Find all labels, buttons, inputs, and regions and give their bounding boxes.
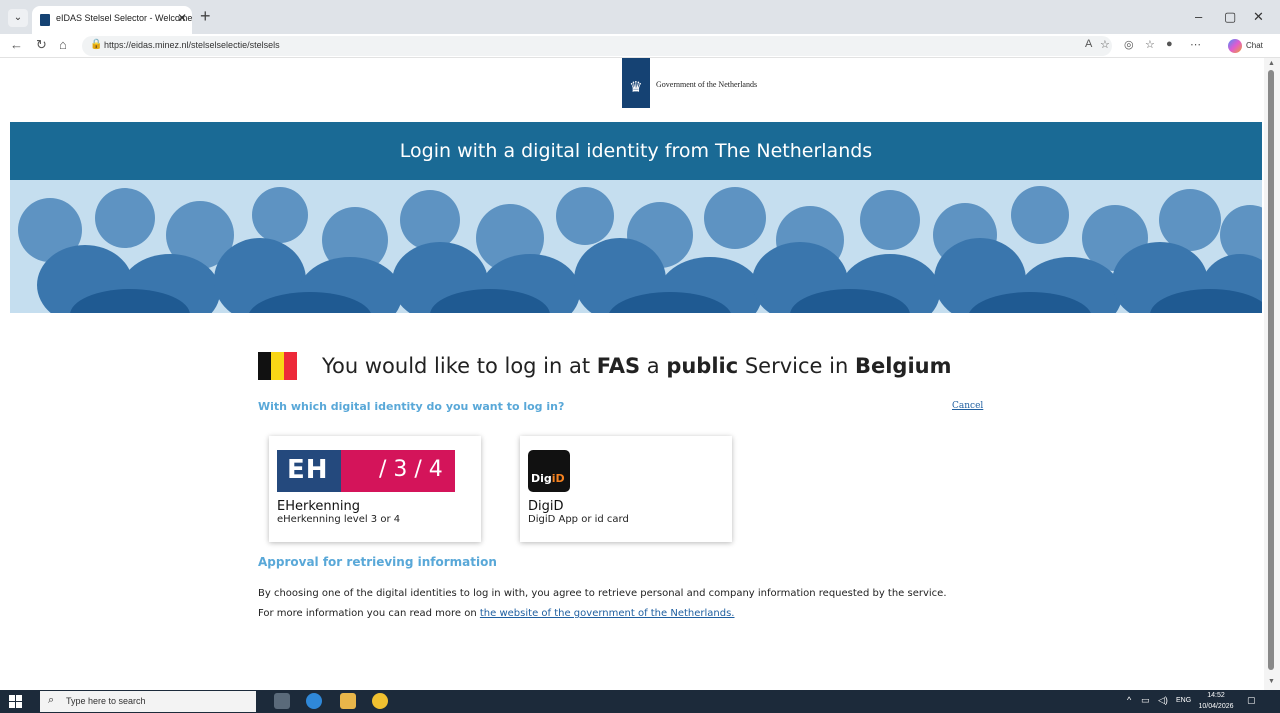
belgium-flag-icon xyxy=(258,352,297,380)
gov-logo: ♛ xyxy=(622,58,650,108)
back-arrow-icon[interactable]: ← xyxy=(10,37,23,52)
crowd-illustration xyxy=(10,180,1262,313)
profile-icon[interactable]: ● xyxy=(1166,38,1173,50)
favorite-star-icon[interactable]: ☆ xyxy=(1100,38,1110,51)
search-icon: ⌕ xyxy=(48,694,55,706)
taskbar-search-placeholder: Type here to search xyxy=(66,696,146,706)
read-aloud-icon[interactable]: A xyxy=(1085,38,1092,50)
gov-website-link[interactable]: the website of the government of the Net… xyxy=(480,608,735,619)
windows-start-icon[interactable] xyxy=(9,695,23,709)
cancel-link[interactable]: Cancel xyxy=(952,401,983,411)
chat-label: Chat xyxy=(1246,41,1263,50)
chat-button[interactable]: Chat xyxy=(1228,37,1272,55)
intro-middle1: a xyxy=(640,354,667,378)
volume-icon[interactable]: ◁) xyxy=(1158,695,1168,706)
close-window-button[interactable]: ✕ xyxy=(1253,9,1264,25)
digid-title: DigiD xyxy=(528,499,564,514)
intro-prefix: You would like to log in at xyxy=(322,354,597,378)
language-indicator[interactable]: ENG xyxy=(1176,697,1191,704)
approval-paragraph: By choosing one of the digital identitie… xyxy=(258,584,958,624)
taskbar-search[interactable]: ⌕ Type here to search xyxy=(40,691,256,712)
digid-logo: DigiD xyxy=(528,450,570,492)
digid-logo-text-a: Dig xyxy=(531,472,552,485)
intro-org: FAS xyxy=(596,354,641,378)
browser-tab-active[interactable]: eIDAS Stelsel Selector - Welcome ✕ xyxy=(32,6,192,34)
taskbar-clock[interactable]: 14:52 10/04/2026 xyxy=(1198,690,1234,712)
tray-chevron-icon[interactable]: ^ xyxy=(1127,695,1131,705)
scrollbar-thumb[interactable] xyxy=(1268,70,1274,670)
eherkenning-logo: EH / 3 / 4 xyxy=(277,450,455,492)
home-icon[interactable]: ⌂ xyxy=(59,37,67,52)
identity-question: With which digital identity do you want … xyxy=(258,400,565,413)
eherkenning-title: EHerkenning xyxy=(277,499,360,514)
title-banner: Login with a digital identity from The N… xyxy=(10,122,1262,180)
url-text: https://eidas.minez.nl/stelselselectie/s… xyxy=(104,40,280,50)
intro-sector: public xyxy=(666,354,739,378)
extensions-icon[interactable]: ◎ xyxy=(1124,38,1134,51)
page-scrollbar[interactable]: ▲ ▼ xyxy=(1264,58,1280,690)
approval-heading: Approval for retrieving information xyxy=(258,555,497,569)
intro-country: Belgium xyxy=(854,354,952,378)
browser-tab-bar: ⌄ eIDAS Stelsel Selector - Welcome ✕ + –… xyxy=(0,0,1280,34)
more-menu-icon[interactable]: ⋯ xyxy=(1190,38,1201,51)
edge-icon[interactable] xyxy=(306,693,322,709)
reload-icon[interactable]: ↻ xyxy=(36,37,47,53)
gov-name: Government of the Netherlands xyxy=(656,80,758,89)
digid-logo-text-b: iD xyxy=(551,472,565,485)
digid-subtitle: DigiD App or id card xyxy=(528,514,629,525)
favicon-icon xyxy=(40,14,50,26)
scroll-down-icon[interactable]: ▼ xyxy=(1268,678,1275,685)
favorites-icon[interactable]: ☆ xyxy=(1145,38,1155,51)
intro-middle2: Service in xyxy=(738,354,855,378)
banner-title: Login with a digital identity from The N… xyxy=(399,140,873,162)
file-explorer-icon[interactable] xyxy=(340,693,356,709)
digid-option[interactable]: DigiD DigiD DigiD App or id card xyxy=(520,436,732,542)
clock-date: 10/04/2026 xyxy=(1198,703,1234,710)
eh-logo-levels: / 3 / 4 xyxy=(379,457,443,482)
tab-close-icon[interactable]: ✕ xyxy=(177,11,187,25)
windows-taskbar: ⌕ Type here to search ^ ▭ ◁) ENG 14:52 1… xyxy=(0,690,1280,713)
crest-icon: ♛ xyxy=(629,79,643,96)
crowd-photo xyxy=(10,180,1262,313)
tab-list-button[interactable]: ⌄ xyxy=(8,9,28,27)
clock-time: 14:52 xyxy=(1207,692,1225,699)
chrome-icon[interactable] xyxy=(372,693,388,709)
gov-header: ♛ Government of the Netherlands xyxy=(0,58,1264,122)
eh-logo-letters: EH xyxy=(287,455,329,485)
browser-toolbar: ← ↻ ⌂ 🔒 https://eidas.minez.nl/stelselse… xyxy=(0,34,1280,58)
eherkenning-option[interactable]: EH / 3 / 4 EHerkenning eHerkenning level… xyxy=(269,436,481,542)
tab-title: eIDAS Stelsel Selector - Welcome xyxy=(56,13,193,23)
lock-icon: 🔒 xyxy=(90,39,103,50)
new-tab-button[interactable]: + xyxy=(200,6,211,27)
copilot-icon xyxy=(1228,39,1242,53)
scroll-up-icon[interactable]: ▲ xyxy=(1268,60,1275,67)
eherkenning-subtitle: eHerkenning level 3 or 4 xyxy=(277,514,401,525)
task-view-icon[interactable] xyxy=(274,693,290,709)
network-icon[interactable]: ▭ xyxy=(1141,695,1150,706)
page-content: ♛ Government of the Netherlands Login wi… xyxy=(0,58,1264,690)
restore-button[interactable]: ▢ xyxy=(1224,9,1236,25)
minimize-button[interactable]: – xyxy=(1195,9,1202,24)
intro-heading: You would like to log in at FAS a public… xyxy=(322,354,951,378)
address-bar[interactable]: 🔒 https://eidas.minez.nl/stelselselectie… xyxy=(82,36,1112,56)
notifications-icon[interactable]: ▢ xyxy=(1247,695,1256,706)
